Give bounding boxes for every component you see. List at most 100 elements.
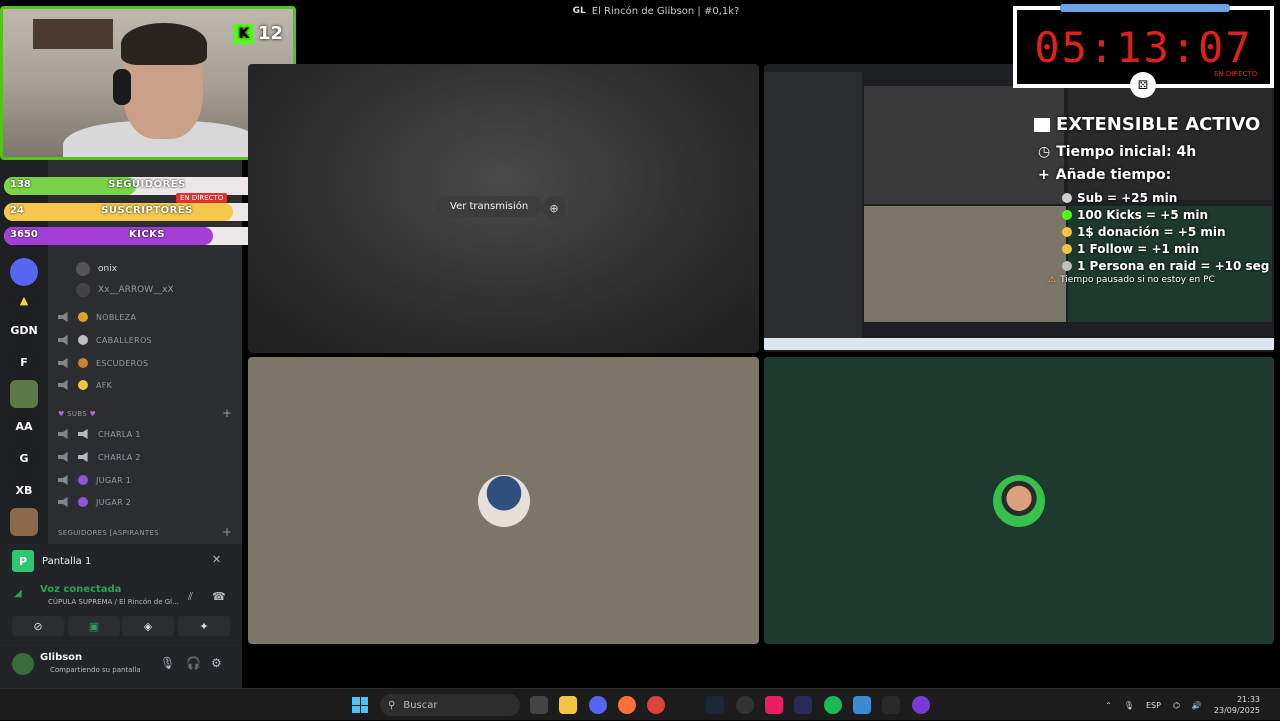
rule-text: Sub = +25 min <box>1077 191 1178 205</box>
stream-tile-game[interactable]: Ver transmisión ⊕ <box>248 64 759 353</box>
medal-icon <box>78 358 88 368</box>
category-subs[interactable]: ♥ SUBS ♥ <box>58 410 96 418</box>
task-view-icon[interactable] <box>530 696 548 714</box>
server-aa[interactable]: AA <box>10 412 38 440</box>
server-xb[interactable]: XB <box>10 476 38 504</box>
server-icon[interactable] <box>10 380 38 408</box>
voice-channel[interactable]: CHARLA 2 <box>58 448 141 466</box>
firefox-icon[interactable] <box>618 696 636 714</box>
taskbar: ⚲ Buscar ⌃ 🎙 ESP ⌬ 🔊 21:33 23/09/2025 <box>0 688 1280 720</box>
notepad-icon[interactable] <box>853 696 871 714</box>
category-label: SUBS <box>67 410 87 418</box>
avatar <box>76 262 90 276</box>
speaker-icon <box>58 452 68 462</box>
nested-game-preview <box>864 86 1064 204</box>
timer-live-label: EN DIRECTO <box>1214 70 1258 78</box>
voice-channel[interactable]: AFK <box>58 376 112 394</box>
nested-taskbar <box>764 338 1274 350</box>
voice-channel-label: AFK <box>96 380 113 390</box>
server-gdn[interactable]: GDN <box>10 316 38 344</box>
voice-channel[interactable]: JUGAR 2 <box>58 493 131 511</box>
obs-icon[interactable] <box>736 696 754 714</box>
watch-stream-button[interactable]: Ver transmisión <box>436 196 543 217</box>
time-rule: 1 Follow = +1 min <box>1062 242 1199 256</box>
camera-off-button[interactable]: ⊘ <box>12 616 64 636</box>
clock-time: 21:33 <box>1236 695 1260 704</box>
timer-accent-bar <box>1060 4 1230 12</box>
time-rule: 1 Persona en raid = +10 seg <box>1062 259 1269 273</box>
chrome-icon[interactable] <box>647 696 665 714</box>
share-screen-button[interactable]: ▣ <box>68 616 120 636</box>
voice-channel[interactable]: CABALLEROS <box>58 331 152 349</box>
spotify-icon[interactable] <box>824 696 842 714</box>
warning-icon: ⚠ <box>1048 275 1057 285</box>
speaker-icon <box>58 380 68 390</box>
user-tile[interactable] <box>764 357 1274 644</box>
extensible-title-text: EXTENSIBLE ACTIVO <box>1056 114 1261 135</box>
activity-button[interactable]: ◈ <box>122 616 174 636</box>
speaker-icon <box>58 358 68 368</box>
rule-icon <box>1062 244 1072 254</box>
voice-user[interactable]: onix <box>76 260 117 278</box>
voice-channel[interactable]: JUGAR 1 <box>58 471 131 489</box>
soundboard-button[interactable]: ✦ <box>178 616 230 636</box>
voice-user[interactable]: Xx__ARROW__xX <box>76 281 174 299</box>
stream-title: Pantalla 1 <box>42 555 92 567</box>
stream-title-row: P Pantalla 1 <box>12 550 91 572</box>
rule-text: 1 Persona en raid = +10 seg <box>1077 259 1270 273</box>
dice-icon: ⚄ <box>1130 72 1156 98</box>
disconnect-icon[interactable]: ☎ <box>212 590 226 603</box>
speaker-icon <box>58 312 68 322</box>
app-icon[interactable] <box>912 696 930 714</box>
voice-panel: P Pantalla 1 ✕ ◢ Voz conectada CÚPULA SU… <box>0 544 242 688</box>
close-stream-icon[interactable]: ✕ <box>212 553 221 566</box>
volume-icon[interactable]: 🔊 <box>1192 701 1202 710</box>
epic-games-icon[interactable] <box>882 696 900 714</box>
initial-time: ◷ Tiempo inicial: 4h <box>1038 144 1196 160</box>
category-aspirants[interactable]: SEGUIDORES [ASPIRANTES <box>58 529 159 537</box>
user-bar: Glibson Compartiendo su pantalla 🎙 🎧 ⚙ <box>0 642 242 688</box>
add-channel-icon[interactable]: + <box>222 406 232 420</box>
user-tile[interactable] <box>248 357 759 644</box>
voice-channel[interactable]: NOBLEZA <box>58 308 136 326</box>
voice-channel-label: JUGAR 1 <box>96 475 132 485</box>
headphones-icon[interactable]: 🎧 <box>186 656 201 670</box>
app-icon[interactable] <box>794 696 812 714</box>
server-g[interactable]: G <box>10 444 38 472</box>
voice-status[interactable]: Voz conectada <box>40 584 121 595</box>
rule-text: 100 Kicks = +5 min <box>1077 208 1209 222</box>
add-channel-icon[interactable]: + <box>222 525 232 539</box>
nested-discord-sidebar <box>764 72 862 342</box>
file-explorer-icon[interactable] <box>559 696 577 714</box>
app-icon[interactable] <box>765 696 783 714</box>
discord-icon[interactable] <box>589 696 607 714</box>
lang-indicator[interactable]: ESP <box>1146 701 1161 710</box>
network-icon[interactable]: ⌬ <box>1173 701 1180 710</box>
server-f[interactable]: F <box>10 348 38 376</box>
time-rule: Sub = +25 min <box>1062 191 1177 205</box>
taskbar-search[interactable]: ⚲ Buscar <box>380 694 520 716</box>
steam-icon[interactable] <box>706 696 724 714</box>
popout-icon[interactable]: ⊕ <box>542 196 566 220</box>
window-title: El Rincón de Glibson | #0,1k? <box>591 5 740 17</box>
windows-start-icon[interactable] <box>352 697 368 713</box>
server-icon[interactable] <box>10 258 38 286</box>
microphone-icon[interactable]: 🎙 <box>160 656 175 670</box>
voice-channel[interactable]: CHARLA 1 <box>58 425 141 443</box>
heart-icon: ♥ <box>58 410 65 418</box>
server-icon[interactable] <box>10 508 38 536</box>
voice-channel[interactable]: ESCUDEROS <box>58 354 148 372</box>
chevron-up-icon[interactable]: ⌃ <box>1105 701 1112 710</box>
gear-icon[interactable]: ⚙ <box>211 656 222 670</box>
category-label: SEGUIDORES [ASPIRANTES <box>58 529 159 537</box>
taskbar-clock[interactable]: 21:33 23/09/2025 <box>1214 694 1260 716</box>
search-placeholder: Buscar <box>403 699 438 711</box>
initial-time-text: Tiempo inicial: 4h <box>1056 144 1197 160</box>
server-icon[interactable]: ▲ <box>10 286 38 314</box>
rule-text: 1 Follow = +1 min <box>1077 242 1200 256</box>
avatar[interactable] <box>12 653 34 675</box>
time-rule: 1$ donación = +5 min <box>1062 225 1226 239</box>
live-badge: EN DIRECTO <box>176 193 228 203</box>
noise-suppression-icon[interactable]: ⫽ <box>188 590 193 604</box>
microphone-icon[interactable]: 🎙 <box>1124 701 1134 710</box>
